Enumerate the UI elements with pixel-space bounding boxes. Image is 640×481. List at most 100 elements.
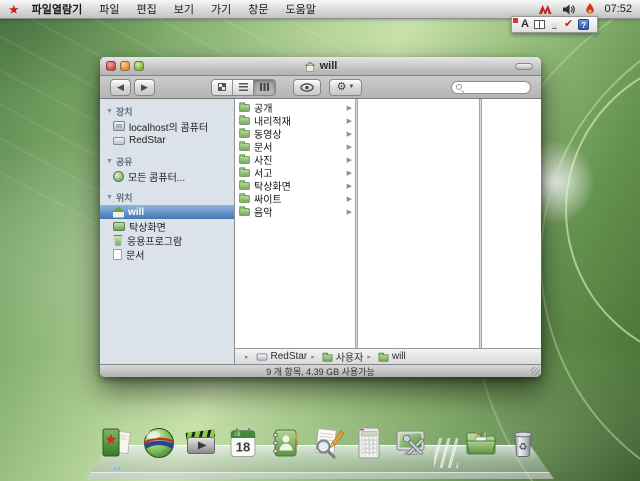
resize-grip[interactable] xyxy=(531,367,540,376)
view-mode-control xyxy=(211,78,276,96)
zoom-button[interactable] xyxy=(134,61,144,71)
forward-button[interactable]: ▶ xyxy=(134,78,155,96)
sidebar-section-devices[interactable]: ▼ 장치 xyxy=(100,104,234,119)
menu-item[interactable]: 편집 xyxy=(137,1,157,17)
file-row[interactable]: 탁상화면 ▶ xyxy=(235,179,355,193)
wallpaper-ring xyxy=(565,55,640,365)
ime-tools-icon[interactable] xyxy=(550,21,559,29)
sidebar-item-label: RedStar xyxy=(129,134,166,146)
sidebar-item-label: 탁상화면 xyxy=(129,222,166,234)
file-row[interactable]: 내리적재 ▶ xyxy=(235,114,355,128)
menu-item[interactable]: 파일 xyxy=(99,1,119,17)
disclosure-triangle-icon: ▼ xyxy=(106,108,113,115)
dock-file-manager-icon[interactable] xyxy=(98,424,136,470)
path-item[interactable]: will xyxy=(363,351,406,362)
sidebar-item[interactable]: localhost의 콤퓨터 xyxy=(100,119,234,134)
ime-latin-mode-icon[interactable]: A xyxy=(521,19,529,30)
menu-item[interactable]: 파일열람기 xyxy=(32,1,83,17)
chevron-right-icon: ▶ xyxy=(346,117,352,125)
chevron-right-icon: ▶ xyxy=(346,208,352,216)
sidebar-item-icon xyxy=(113,206,124,218)
dock-text-editor-icon[interactable] xyxy=(308,424,346,462)
search-input[interactable] xyxy=(465,82,526,92)
wallpaper-ring xyxy=(540,10,640,481)
menu-item[interactable]: 가기 xyxy=(211,1,231,17)
status-bar: 9 개 항목, 4.39 GB 사용가능 xyxy=(100,364,541,377)
list-view-button[interactable] xyxy=(233,79,254,95)
window-toolbar: ◀ ▶ ⚙ ▼ xyxy=(100,76,541,99)
file-row[interactable]: 사진 ▶ xyxy=(235,153,355,167)
path-item[interactable]: 사용자 xyxy=(307,349,363,364)
chevron-right-icon: ▶ xyxy=(346,143,352,151)
folder-icon xyxy=(239,205,250,216)
sidebar-section-places[interactable]: ▼ 위치 xyxy=(100,190,234,205)
disclosure-triangle-icon: ▼ xyxy=(106,158,113,165)
sidebar-item-icon xyxy=(113,248,122,260)
sidebar-item[interactable]: 모든 콤퓨터... xyxy=(100,169,234,184)
red-star-logo-icon[interactable]: ★ xyxy=(8,0,20,19)
dock-calendar-icon[interactable]: 1월 18 xyxy=(224,424,262,462)
ime-pane-layout-icon[interactable] xyxy=(533,20,545,29)
sidebar-item[interactable]: 문서 xyxy=(100,247,234,262)
search-field[interactable] xyxy=(451,80,531,94)
back-button[interactable]: ◀ xyxy=(110,78,131,96)
dock-media-player-icon[interactable] xyxy=(182,424,220,462)
disclosure-triangle-icon: ▼ xyxy=(106,194,113,201)
ime-help-icon[interactable]: ? xyxy=(578,19,590,30)
sidebar-item-label: will xyxy=(128,206,145,218)
sidebar-item[interactable]: will xyxy=(100,205,234,219)
menu-item[interactable]: 도움말 xyxy=(286,1,316,17)
security-icon[interactable] xyxy=(585,3,595,15)
path-item-icon xyxy=(378,352,389,362)
menu-items: 파일열람기 파일 편집 보기 가기 창문 도움말 xyxy=(32,1,316,17)
icon-view-button[interactable] xyxy=(212,79,233,95)
path-item-icon xyxy=(256,353,267,361)
toolbar-toggle-button[interactable] xyxy=(515,63,533,70)
menu-item[interactable]: 창문 xyxy=(248,1,268,17)
file-row[interactable]: 문서 ▶ xyxy=(235,140,355,154)
column-3 xyxy=(482,99,541,348)
desktop: ★ 파일열람기 파일 편집 보기 가기 창문 도움말 07:52 A ✔ ? w… xyxy=(0,0,640,481)
sidebar-item[interactable]: RedStar xyxy=(100,133,234,147)
dock-separator xyxy=(434,438,458,468)
window-titlebar[interactable]: will xyxy=(100,57,541,76)
dock-address-book-icon[interactable] xyxy=(266,424,304,462)
dock-trash-icon[interactable]: ♻ xyxy=(504,424,542,462)
file-row[interactable]: 음악 ▶ xyxy=(235,205,355,219)
folder-icon xyxy=(239,166,250,177)
dock: 1월 18 ♻ xyxy=(86,415,554,479)
menu-clock[interactable]: 07:52 xyxy=(604,3,632,15)
path-item[interactable]: RedStar xyxy=(241,351,307,362)
search-icon xyxy=(456,84,462,90)
volume-icon[interactable] xyxy=(563,4,576,15)
file-row[interactable]: 동영상 ▶ xyxy=(235,127,355,141)
path-item-label: 사용자 xyxy=(335,353,364,364)
close-button[interactable] xyxy=(106,61,116,71)
folder-icon xyxy=(239,140,250,151)
section-label: 위치 xyxy=(115,193,133,203)
gear-icon: ⚙ xyxy=(336,80,347,93)
sidebar-section-shared[interactable]: ▼ 공유 xyxy=(100,154,234,169)
sidebar-item[interactable]: 응용프로그람 xyxy=(100,233,234,248)
column-view-button[interactable] xyxy=(254,79,275,95)
file-row[interactable]: 서고 ▶ xyxy=(235,166,355,180)
sidebar-item[interactable]: 탁상화면 xyxy=(100,219,234,234)
ime-indicator-icon[interactable] xyxy=(539,4,554,15)
chevron-right-icon: ▶ xyxy=(346,195,352,203)
window-title: will xyxy=(304,60,337,72)
dock-system-tools-icon[interactable] xyxy=(392,424,430,462)
grid-view-icon xyxy=(218,83,226,91)
file-row[interactable]: 공개 ▶ xyxy=(235,101,355,115)
chevron-down-icon: ▼ xyxy=(348,84,355,90)
dock-web-browser-icon[interactable] xyxy=(140,424,178,462)
dock-stationery-folder-icon[interactable] xyxy=(462,424,500,462)
sidebar-item-icon xyxy=(113,136,125,145)
ime-close-icon[interactable] xyxy=(513,18,518,23)
file-row[interactable]: 싸이트 ▶ xyxy=(235,192,355,206)
actions-button[interactable]: ⚙ ▼ xyxy=(329,78,362,96)
minimize-button[interactable] xyxy=(120,61,130,71)
dock-calculator-icon[interactable] xyxy=(350,424,388,462)
quicklook-button[interactable] xyxy=(293,78,321,96)
menu-item[interactable]: 보기 xyxy=(174,1,194,17)
ime-spellcheck-icon[interactable]: ✔ xyxy=(564,19,573,30)
